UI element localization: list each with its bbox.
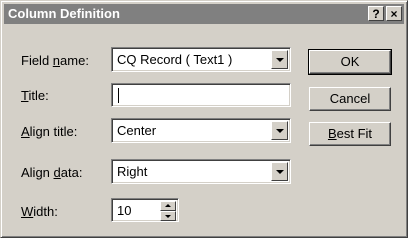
align-data-dropdown[interactable]: Right bbox=[111, 159, 291, 184]
align-title-dropdown[interactable]: Center bbox=[111, 118, 291, 143]
align-data-value: Right bbox=[117, 164, 148, 179]
width-spin-buttons bbox=[160, 201, 176, 221]
align-data-dropdown-arrow-icon[interactable] bbox=[271, 162, 288, 181]
cancel-button[interactable]: Cancel bbox=[309, 87, 391, 111]
title-label: Title: bbox=[21, 88, 49, 103]
text-caret bbox=[118, 88, 119, 103]
width-label-post: idth: bbox=[33, 204, 58, 219]
align-data-label-key: d bbox=[53, 165, 61, 180]
spin-up-icon[interactable] bbox=[160, 201, 176, 211]
width-value: 10 bbox=[117, 203, 132, 218]
align-title-dropdown-arrow-icon[interactable] bbox=[271, 121, 288, 140]
title-input[interactable] bbox=[111, 83, 291, 107]
title-label-post: itle: bbox=[28, 88, 49, 103]
ok-button[interactable]: OK bbox=[308, 49, 392, 75]
align-title-label-key: A bbox=[21, 124, 30, 139]
field-name-label-key: n bbox=[52, 53, 61, 68]
field-name-dropdown[interactable]: CQ Record ( Text1 ) bbox=[111, 47, 291, 72]
align-data-label: Align data: bbox=[21, 165, 82, 180]
column-definition-dialog: Column Definition ? × Field name: CQ Rec… bbox=[0, 0, 408, 238]
width-label-key: W bbox=[21, 204, 34, 219]
width-spinner[interactable]: 10 bbox=[111, 198, 179, 222]
align-data-label-pre: Align bbox=[21, 165, 54, 180]
best-fit-button[interactable]: Best Fit bbox=[309, 122, 391, 146]
help-button[interactable]: ? bbox=[368, 6, 384, 21]
close-button[interactable]: × bbox=[386, 6, 402, 21]
field-name-value: CQ Record ( Text1 ) bbox=[117, 52, 233, 67]
align-title-label-post: lign title: bbox=[29, 124, 78, 139]
align-title-value: Center bbox=[117, 123, 157, 138]
field-name-label-pre: Field bbox=[21, 53, 53, 68]
field-name-label: Field name: bbox=[21, 53, 89, 68]
width-label: Width: bbox=[21, 204, 58, 219]
field-name-label-post: ame: bbox=[60, 53, 89, 68]
spin-down-icon[interactable] bbox=[160, 211, 176, 221]
title-bar[interactable]: Column Definition ? × bbox=[4, 4, 404, 24]
dialog-title: Column Definition bbox=[8, 6, 120, 21]
align-data-label-post: ata: bbox=[60, 165, 83, 180]
best-fit-key: B bbox=[327, 126, 337, 141]
best-fit-rest: est Fit bbox=[336, 126, 373, 141]
align-title-label: Align title: bbox=[21, 124, 77, 139]
field-name-dropdown-arrow-icon[interactable] bbox=[271, 50, 288, 69]
